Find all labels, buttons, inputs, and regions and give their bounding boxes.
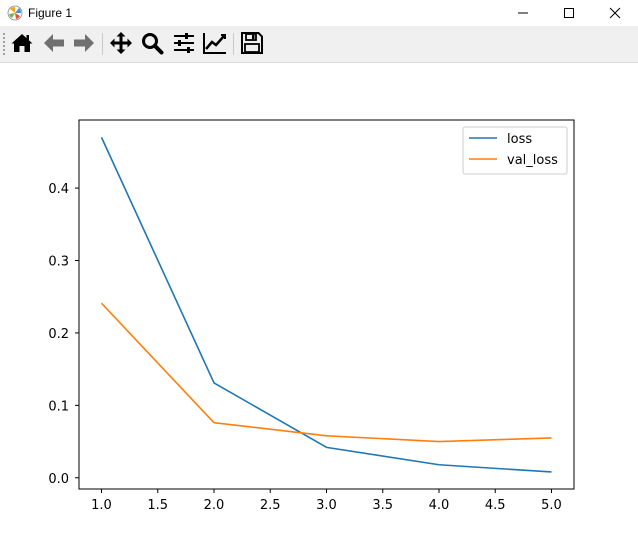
x-tick-label: 3.0 [316, 498, 337, 513]
floppy-disk-icon [240, 31, 264, 59]
forward-button[interactable] [71, 32, 97, 58]
x-tick-label: 4.5 [485, 498, 506, 513]
maximize-icon [563, 4, 575, 23]
legend-label-val-loss: val_loss [507, 153, 558, 168]
maximize-button[interactable] [546, 0, 592, 26]
figure-canvas[interactable]: 1.0 1.5 2.0 2.5 3.0 3.5 4.0 4.5 5.0 0.0 0.1 0.2 0.3 0… [0, 63, 638, 541]
navigation-toolbar [0, 26, 638, 63]
configure-subplots-button[interactable] [171, 32, 197, 58]
move-arrows-icon [109, 31, 133, 59]
minimize-button[interactable] [500, 0, 546, 26]
arrow-left-icon [42, 31, 66, 59]
y-tick-label: 0.4 [48, 182, 69, 197]
legend-label-loss: loss [507, 132, 532, 147]
close-icon [609, 4, 621, 23]
line-chart-icon [202, 31, 228, 59]
magnifier-icon [140, 31, 164, 59]
y-tick-label: 0.0 [48, 472, 69, 487]
x-tick-label: 5.0 [541, 498, 562, 513]
x-tick-label: 2.0 [204, 498, 225, 513]
sliders-icon [172, 31, 196, 59]
axes-frame [78, 119, 575, 490]
y-tick-label: 0.2 [48, 327, 69, 342]
x-tick-label: 2.5 [260, 498, 281, 513]
window-titlebar: Figure 1 [0, 0, 638, 26]
back-button[interactable] [41, 32, 67, 58]
toolbar-separator [233, 33, 234, 55]
line-plot[interactable]: 1.0 1.5 2.0 2.5 3.0 3.5 4.0 4.5 5.0 0.0 0.1 0.2 0.3 0… [0, 63, 638, 541]
matplotlib-app-icon [7, 5, 23, 21]
home-icon [10, 31, 34, 59]
home-button[interactable] [9, 32, 35, 58]
save-button[interactable] [239, 32, 265, 58]
window-title: Figure 1 [28, 6, 73, 20]
edit-axis-button[interactable] [202, 32, 228, 58]
y-tick-label: 0.1 [48, 399, 69, 414]
toolbar-separator [102, 33, 103, 55]
close-button[interactable] [592, 0, 638, 26]
pan-button[interactable] [108, 32, 134, 58]
toolbar-grip[interactable] [2, 32, 6, 56]
minimize-icon [517, 4, 529, 23]
arrow-right-icon [72, 31, 96, 59]
zoom-button[interactable] [139, 32, 165, 58]
x-tick-label: 4.0 [429, 498, 450, 513]
x-tick-label: 1.0 [91, 498, 112, 513]
x-tick-label: 1.5 [147, 498, 168, 513]
y-tick-label: 0.3 [48, 255, 69, 270]
x-tick-label: 3.5 [372, 498, 393, 513]
